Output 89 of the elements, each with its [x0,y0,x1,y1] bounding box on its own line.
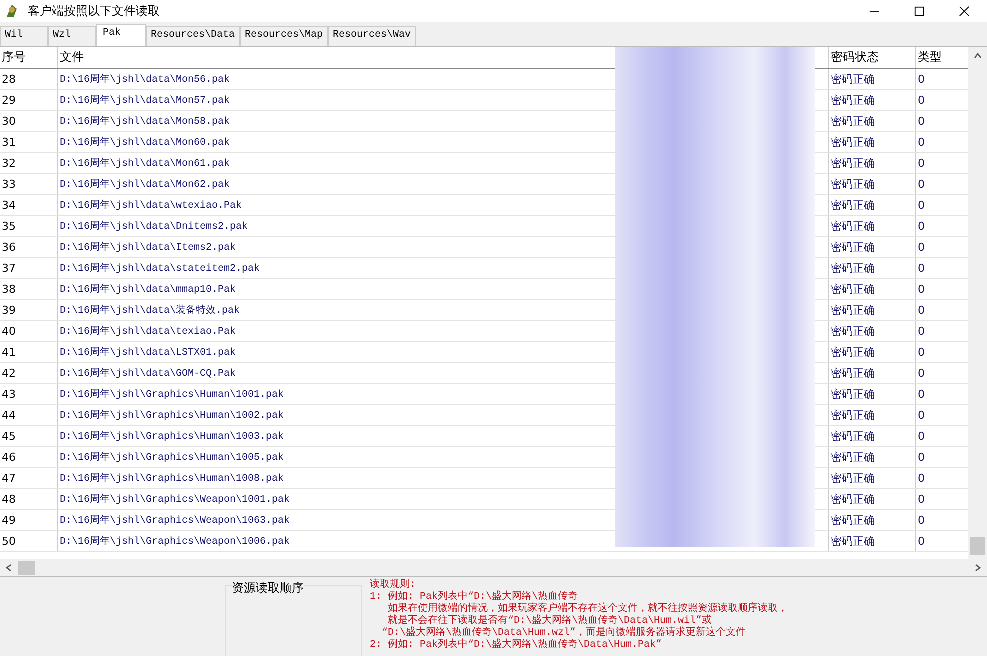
table-cell: D:\16周年\jshl\data\Mon61.pak [57,153,610,173]
table-cell: 密码正确 [828,321,915,341]
table-cell: D:\16周年\jshl\Graphics\Human\1008.pak [57,468,610,488]
table-cell: 密码正确 [828,342,915,362]
table-cell: D:\16周年\jshl\data\Mon60.pak [57,132,610,152]
table-cell-text: 29 [1,92,17,108]
table-cell-text: 32 [1,156,17,172]
rule-text: 2: 例如: Pak列表中“D:\盛大网络\热血传奇\Data\Hum.Pak” [370,640,664,652]
table-cell: D:\16周年\jshl\data\mmap10.Pak [57,279,610,299]
tab[interactable]: Pak [96,24,146,46]
table-cell: 密码正确 [828,531,915,551]
rule-text: 1: 例如: Pak列表中“D:\盛大网络\热血传奇 [370,592,580,603]
table-cell: D:\16周年\jshl\data\GOM-CQ.Pak [57,363,610,383]
table-cell: 密码正确 [828,174,915,194]
table-cell-text: 42 [1,366,17,382]
table-cell-text: 45 [1,428,17,444]
table-cell: 密码正确 [828,153,915,173]
table-cell: 密码正确 [828,237,915,257]
table-cell-text: 34 [1,198,17,214]
table-cell-text: 47 [1,470,17,486]
app-icon [4,3,20,19]
column-header[interactable]: 序号 [0,47,57,68]
tab[interactable]: Wzl [48,26,96,46]
tab[interactable]: Wil [0,26,48,46]
table-cell-text: 40 [1,324,17,340]
table-cell: 密码正确 [828,195,915,215]
table-cell: 密码正确 [828,279,915,299]
table-cell-text: 35 [1,218,17,234]
table-cell: 密码正确 [828,111,915,131]
table-cell: 密码正确 [828,300,915,320]
group-title: 资源读取顺序 [232,580,304,597]
table-cell-text: 28 [1,72,17,88]
table-cell: 密码正确 [828,258,915,278]
tab[interactable]: Resources\Data [146,26,240,46]
table-cell: 密码正确 [828,384,915,404]
rule-text: 读取规则: [370,580,418,591]
table-cell-text: 41 [1,344,17,360]
table-cell: D:\16周年\jshl\data\Mon62.pak [57,174,610,194]
table-cell: D:\16周年\jshl\Graphics\Human\1005.pak [57,447,610,467]
table-cell: D:\16周年\jshl\Graphics\Weapon\1001.pak [57,489,610,509]
table-cell: 密码正确 [828,426,915,446]
table-cell: 密码正确 [828,405,915,425]
table-cell-text: 39 [1,302,17,318]
table-cell-text: 50 [1,534,17,550]
table-cell-text: 36 [1,240,17,256]
table-cell-text: 44 [1,408,17,424]
table-cell: D:\16周年\jshl\data\wtexiao.Pak [57,195,610,215]
column-header[interactable]: 文件 [57,47,610,68]
table-cell: 密码正确 [828,489,915,509]
table-cell-text: 38 [1,282,17,298]
table-cell-text: 49 [1,512,17,528]
rule-text: 就是不会在往下读取是否有“D:\盛大网络\热血传奇\Data\Hum.wil”或 [387,616,712,627]
table-cell: D:\16周年\jshl\Graphics\Human\1002.pak [57,405,610,425]
table-cell: D:\16周年\jshl\Graphics\Weapon\1063.pak [57,510,610,530]
table-cell: D:\16周年\jshl\data\LSTX01.pak [57,342,610,362]
table-cell-text: 46 [1,450,17,466]
rule-text: “D:\盛大网络\热血传奇\Data\Hum.wzl”，而是向微端服务器请求更新这个文件 [381,628,748,639]
table-cell-text: 37 [1,260,17,276]
table-cell: 密码正确 [828,216,915,236]
table-cell: 密码正确 [828,468,915,488]
table-cell: 密码正确 [828,510,915,530]
table-cell: 密码正确 [828,90,915,110]
table-cell: D:\16周年\jshl\data\Dnitems2.pak [57,216,610,236]
table-cell: 密码正确 [828,447,915,467]
table-cell: D:\16周年\jshl\data\stateitem2.pak [57,258,610,278]
table-cell: 密码正确 [828,132,915,152]
table-cell-text: 33 [1,176,17,192]
table-cell: D:\16周年\jshl\data\装备特效.pak [57,300,610,320]
table-cell-text: 48 [1,492,17,508]
table-cell-text: 31 [1,134,17,150]
table-cell: 密码正确 [828,69,915,89]
tab[interactable]: Resources\Wav [328,26,416,46]
table-cell: D:\16周年\jshl\data\Mon56.pak [57,69,610,89]
scrollbar-thumb[interactable] [18,560,35,574]
table-cell: 密码正确 [828,363,915,383]
table-cell-text: 43 [1,386,17,402]
rule-text: 如果在使用微端的情况，如果玩家客户端不存在这个文件，就不往按照资源读取顺序读取， [387,604,788,615]
window-title: 客户端按照以下文件读取 [28,2,160,20]
table-cell-text: 30 [1,114,17,130]
table-cell: D:\16周年\jshl\Graphics\Human\1003.pak [57,426,610,446]
table-cell: D:\16周年\jshl\data\Mon58.pak [57,111,610,131]
table-cell: D:\16周年\jshl\Graphics\Human\1001.pak [57,384,610,404]
table-cell: D:\16周年\jshl\data\Mon57.pak [57,90,610,110]
column-header[interactable]: 密码状态 [828,47,915,68]
table-cell: D:\16周年\jshl\data\Items2.pak [57,237,610,257]
table-cell: D:\16周年\jshl\Graphics\Weapon\1006.pak [57,531,610,551]
table-cell: D:\16周年\jshl\data\texiao.Pak [57,321,610,341]
tab[interactable]: Resources\Map [240,26,328,46]
scrollbar-thumb[interactable] [970,537,985,555]
